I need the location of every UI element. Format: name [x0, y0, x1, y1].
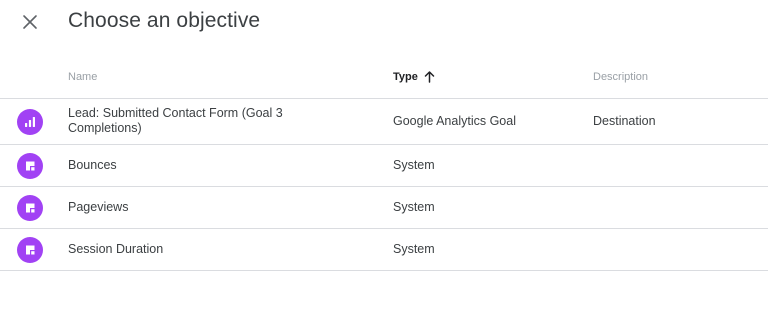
analytics-goal-icon — [17, 109, 43, 135]
table-row[interactable]: Bounces System — [0, 145, 768, 187]
row-type: Google Analytics Goal — [393, 114, 516, 128]
objectives-table: Name Type Description Lead: Submitted Co… — [0, 58, 768, 271]
dialog-title: Choose an objective — [68, 9, 261, 32]
row-type: System — [393, 200, 435, 214]
row-name: Pageviews — [68, 200, 129, 214]
close-button[interactable] — [18, 10, 42, 34]
row-name: Session Duration — [68, 242, 164, 256]
arrow-up-icon — [424, 71, 435, 83]
row-name: Lead: Submitted Contact Form (Goal 3 Com… — [68, 106, 283, 135]
row-type: System — [393, 158, 435, 172]
table-row[interactable]: Session Duration System — [0, 229, 768, 271]
table-header: Name Type Description — [0, 58, 768, 99]
column-header-type[interactable]: Type — [393, 71, 435, 83]
system-objective-icon — [17, 153, 43, 179]
close-icon — [23, 15, 37, 29]
column-header-name[interactable]: Name — [68, 71, 97, 83]
table-row[interactable]: Lead: Submitted Contact Form (Goal 3 Com… — [0, 99, 768, 145]
row-name: Bounces — [68, 158, 117, 172]
column-header-type-label: Type — [393, 71, 418, 83]
system-objective-icon — [17, 237, 43, 263]
row-description: Destination — [593, 114, 656, 128]
system-objective-icon — [17, 195, 43, 221]
table-row[interactable]: Pageviews System — [0, 187, 768, 229]
column-header-description[interactable]: Description — [593, 71, 648, 83]
row-type: System — [393, 242, 435, 256]
dialog-header: Choose an objective — [0, 0, 768, 46]
